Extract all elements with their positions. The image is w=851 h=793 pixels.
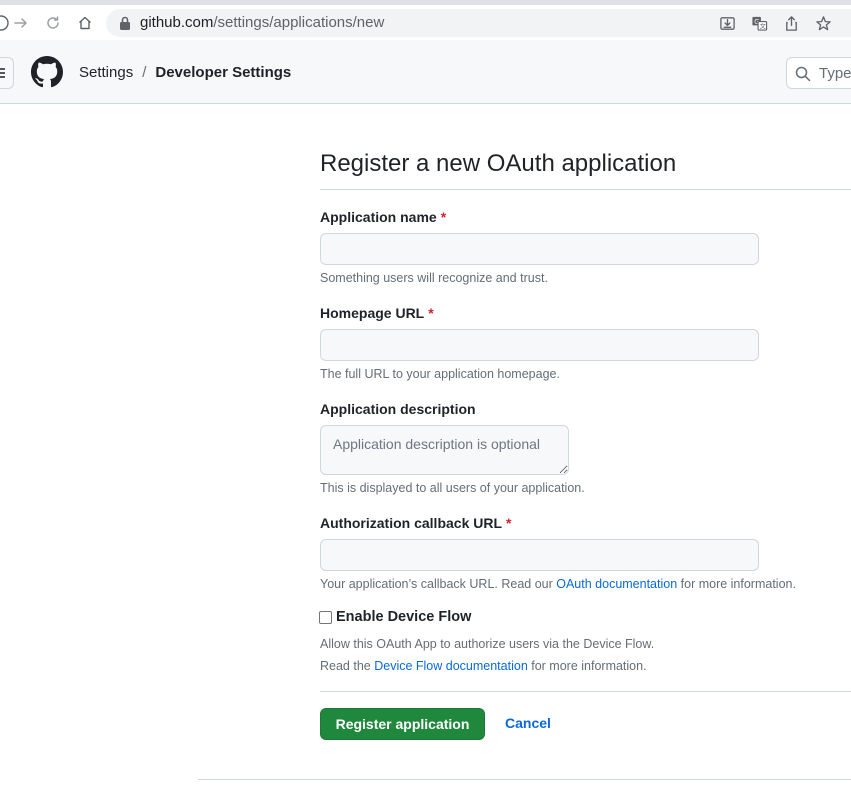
cancel-button[interactable]: Cancel bbox=[505, 715, 551, 731]
application-description-field[interactable] bbox=[320, 425, 569, 475]
browser-toolbar: github.com/settings/applications/new G文 bbox=[0, 5, 851, 40]
home-icon[interactable] bbox=[74, 12, 96, 34]
callback-note-text-after: for more information. bbox=[677, 577, 796, 591]
callback-url-note: Your application’s callback URL. Read ou… bbox=[320, 577, 796, 591]
homepage-url-label-text: Homepage URL bbox=[320, 305, 425, 321]
callback-url-label-text: Authorization callback URL bbox=[320, 515, 503, 531]
required-marker: * bbox=[506, 515, 512, 531]
application-description-label-text: Application description bbox=[320, 401, 476, 417]
breadcrumb: Settings / Developer Settings bbox=[79, 64, 291, 81]
breadcrumb-separator: / bbox=[142, 64, 147, 81]
register-application-button[interactable]: Register application bbox=[320, 708, 485, 740]
search-icon bbox=[795, 66, 811, 82]
device-flow-note-line1: Allow this OAuth App to authorize users … bbox=[320, 637, 655, 651]
application-description-label: Application description bbox=[320, 401, 476, 417]
install-icon[interactable] bbox=[718, 14, 736, 32]
github-header: Settings / Developer Settings Type bbox=[0, 40, 851, 104]
lock-icon[interactable] bbox=[118, 15, 132, 31]
address-bar[interactable]: github.com/settings/applications/new G文 bbox=[106, 9, 851, 37]
page-title: Register a new OAuth application bbox=[320, 150, 677, 177]
translate-icon[interactable]: G文 bbox=[750, 14, 768, 32]
device-flow-documentation-link[interactable]: Device Flow documentation bbox=[374, 659, 528, 673]
url-host: github.com bbox=[140, 14, 214, 31]
oauth-documentation-link[interactable]: OAuth documentation bbox=[556, 577, 677, 591]
device-flow-note-text-before: Read the bbox=[320, 659, 375, 673]
form-divider bbox=[320, 691, 851, 692]
bookmark-star-icon[interactable] bbox=[814, 14, 832, 32]
application-name-field[interactable] bbox=[320, 233, 759, 265]
search-input[interactable]: Type bbox=[786, 57, 851, 89]
breadcrumb-developer-settings-link[interactable]: Developer Settings bbox=[155, 64, 291, 81]
required-marker: * bbox=[428, 305, 434, 321]
homepage-url-label: Homepage URL * bbox=[320, 305, 434, 321]
callback-note-text-before: Your application’s callback URL. Read ou… bbox=[320, 577, 557, 591]
forward-icon[interactable] bbox=[10, 12, 32, 34]
footer-divider bbox=[198, 779, 851, 780]
hamburger-menu-icon[interactable] bbox=[0, 57, 14, 89]
application-name-label: Application name * bbox=[320, 209, 446, 225]
enable-device-flow-label[interactable]: Enable Device Flow bbox=[336, 609, 471, 625]
application-name-label-text: Application name bbox=[320, 209, 437, 225]
application-name-note: Something users will recognize and trust… bbox=[320, 271, 548, 285]
callback-url-field[interactable] bbox=[320, 539, 759, 571]
breadcrumb-settings-link[interactable]: Settings bbox=[79, 64, 133, 81]
share-icon[interactable] bbox=[782, 14, 800, 32]
homepage-url-field[interactable] bbox=[320, 329, 759, 361]
svg-text:文: 文 bbox=[759, 22, 765, 30]
application-description-note: This is displayed to all users of your a… bbox=[320, 481, 585, 495]
callback-url-label: Authorization callback URL * bbox=[320, 515, 511, 531]
github-logo-icon[interactable] bbox=[31, 56, 63, 88]
enable-device-flow-checkbox[interactable] bbox=[319, 610, 332, 624]
device-flow-note-text-after: for more information. bbox=[527, 659, 647, 673]
search-placeholder: Type bbox=[819, 65, 851, 82]
title-divider bbox=[320, 189, 851, 190]
required-marker: * bbox=[440, 209, 447, 225]
enable-device-flow-row[interactable]: Enable Device Flow bbox=[319, 609, 471, 625]
device-flow-note-line2: Read the Device Flow documentation for m… bbox=[320, 659, 647, 673]
homepage-url-note: The full URL to your application homepag… bbox=[320, 367, 560, 381]
reload-icon[interactable] bbox=[42, 12, 64, 34]
address-url[interactable]: github.com/settings/applications/new bbox=[140, 14, 384, 31]
url-path: /settings/applications/new bbox=[213, 14, 385, 31]
